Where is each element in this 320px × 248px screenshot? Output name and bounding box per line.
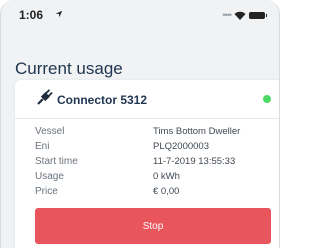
connector-name: Connector 5312 xyxy=(57,93,148,107)
detail-row-price: Price € 0,00 xyxy=(35,186,275,201)
status-icons: •••• xyxy=(222,10,267,20)
stop-button[interactable]: Stop xyxy=(35,208,271,244)
usage-value: 0 kWh xyxy=(153,171,180,182)
battery-icon xyxy=(249,11,267,19)
signal-dots-icon: •••• xyxy=(222,10,232,20)
wifi-icon xyxy=(234,11,246,20)
usage-label: Usage xyxy=(35,171,64,182)
status-bar: 1:06 •••• xyxy=(1,0,279,30)
status-time: 1:06 xyxy=(19,8,44,22)
detail-row-start-time: Start time 11-7-2019 13:55:33 xyxy=(35,156,275,171)
vessel-value: Tims Bottom Dweller xyxy=(153,126,241,137)
start-time-label: Start time xyxy=(35,156,78,167)
vessel-label: Vessel xyxy=(35,126,65,137)
connector-status-dot xyxy=(263,95,271,103)
connector-card-header: Connector 5312 xyxy=(15,80,279,119)
eni-value: PLQ2000003 xyxy=(153,141,209,152)
detail-row-usage: Usage 0 kWh xyxy=(35,171,275,186)
start-time-value: 11-7-2019 13:55:33 xyxy=(153,156,236,167)
eni-label: Eni xyxy=(35,141,50,152)
detail-row-eni: Eni PLQ2000003 xyxy=(35,141,275,156)
location-arrow-icon xyxy=(55,10,63,18)
detail-row-vessel: Vessel Tims Bottom Dweller xyxy=(35,126,275,141)
page-title: Current usage xyxy=(15,59,123,79)
app-screen: 1:06 •••• Current usage Connector 5312 V… xyxy=(0,0,280,248)
price-label: Price xyxy=(35,186,58,197)
price-value: € 0,00 xyxy=(153,186,180,197)
connector-card: Connector 5312 Vessel Tims Bottom Dwelle… xyxy=(15,80,279,248)
plug-icon xyxy=(37,89,53,105)
